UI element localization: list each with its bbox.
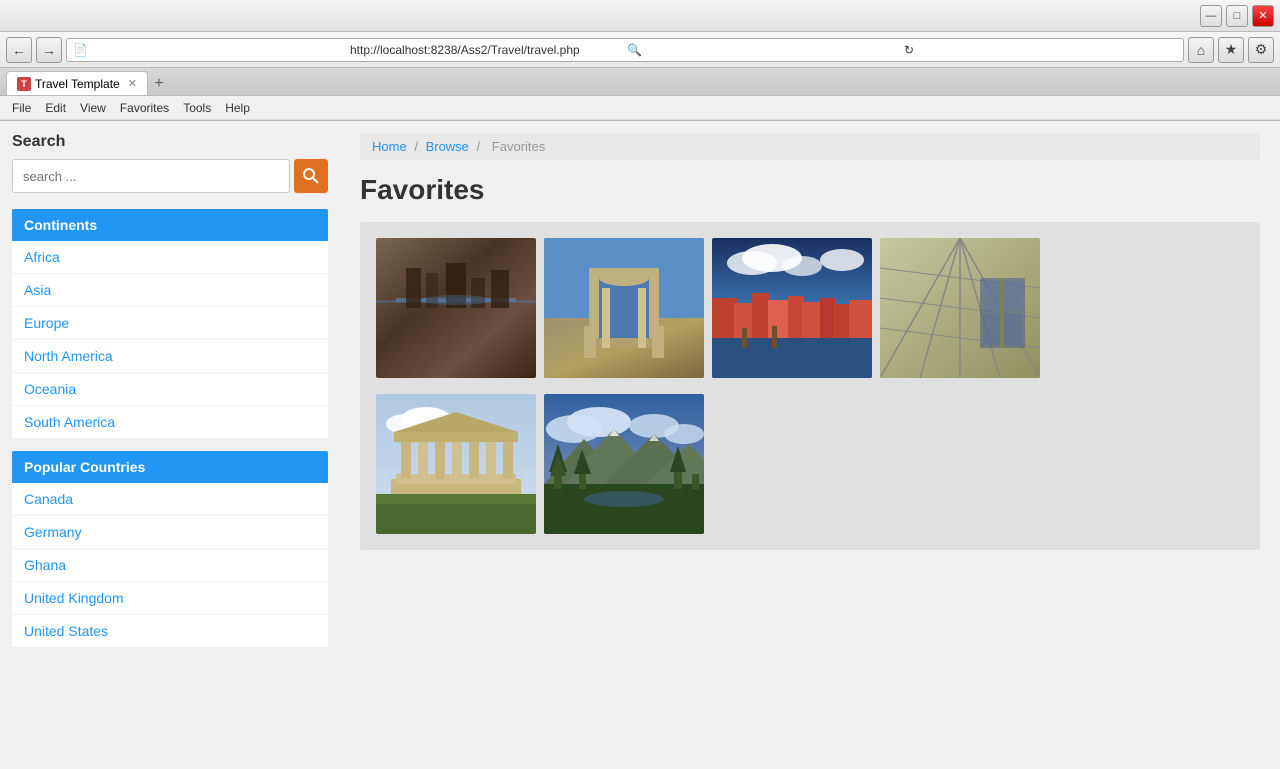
gallery-grid	[376, 238, 1244, 534]
continents-section: Continents Africa Asia Europe North Amer…	[12, 209, 328, 439]
page-layout: Search Continents Africa Asia Europe Nor…	[0, 121, 1280, 769]
new-tab-button[interactable]: +	[148, 73, 170, 95]
gallery-image-3[interactable]	[712, 238, 872, 378]
bookmarks-star-button[interactable]: ★	[1218, 37, 1244, 63]
menu-view[interactable]: View	[74, 99, 112, 117]
photo-3-svg	[712, 238, 872, 378]
home-button[interactable]: ⌂	[1188, 37, 1214, 63]
menu-file[interactable]: File	[6, 99, 37, 117]
continent-north-america[interactable]: North America	[12, 340, 328, 373]
search-section: Search	[12, 133, 328, 193]
sidebar: Search Continents Africa Asia Europe Nor…	[0, 121, 340, 769]
photo-4-svg	[880, 238, 1040, 378]
continents-header: Continents	[12, 209, 328, 241]
country-germany[interactable]: Germany	[12, 516, 328, 549]
tab-close-button[interactable]: ✕	[128, 77, 137, 90]
title-bar: — □ ✕	[0, 0, 1280, 32]
gallery-image-6[interactable]	[544, 394, 704, 534]
search-icon	[303, 168, 319, 184]
search-title: Search	[12, 133, 328, 151]
country-united-states[interactable]: United States	[12, 615, 328, 648]
menu-favorites[interactable]: Favorites	[114, 99, 175, 117]
photo-6-svg	[544, 394, 704, 534]
close-button[interactable]: ✕	[1252, 5, 1274, 27]
minimize-button[interactable]: —	[1200, 5, 1222, 27]
countries-list: Canada Germany Ghana United Kingdom Unit…	[12, 483, 328, 648]
gallery-row-1	[376, 238, 1040, 378]
breadcrumb-current: Favorites	[492, 139, 545, 154]
continent-south-america[interactable]: South America	[12, 406, 328, 439]
refresh-icon: ↻	[904, 43, 1177, 57]
search-address-icon: 🔍	[627, 43, 900, 57]
menu-bar: File Edit View Favorites Tools Help	[0, 96, 1280, 120]
maximize-button[interactable]: □	[1226, 5, 1248, 27]
url-text: http://localhost:8238/Ass2/Travel/travel…	[350, 43, 623, 57]
address-icon: 📄	[73, 43, 346, 57]
continent-europe[interactable]: Europe	[12, 307, 328, 340]
nav-bar: ← → 📄 http://localhost:8238/Ass2/Travel/…	[0, 32, 1280, 68]
gallery-container	[360, 222, 1260, 550]
country-canada[interactable]: Canada	[12, 483, 328, 516]
photo-1-svg	[376, 238, 536, 378]
title-bar-right: — □ ✕	[1200, 5, 1274, 27]
continent-oceania[interactable]: Oceania	[12, 373, 328, 406]
main-content: Home / Browse / Favorites Favorites	[340, 121, 1280, 769]
continent-asia[interactable]: Asia	[12, 274, 328, 307]
photo-5-svg	[376, 394, 536, 534]
countries-header: Popular Countries	[12, 451, 328, 483]
tab-bar: T Travel Template ✕ +	[0, 68, 1280, 96]
gallery-image-1[interactable]	[376, 238, 536, 378]
breadcrumb-sep1: /	[414, 139, 418, 154]
active-tab[interactable]: T Travel Template ✕	[6, 71, 148, 95]
continents-list: Africa Asia Europe North America Oceania…	[12, 241, 328, 439]
back-button[interactable]: ←	[6, 37, 32, 63]
tab-favicon: T	[17, 77, 31, 91]
photo-2-svg	[544, 238, 704, 378]
gallery-image-4[interactable]	[880, 238, 1040, 378]
address-bar[interactable]: 📄 http://localhost:8238/Ass2/Travel/trav…	[66, 38, 1184, 62]
breadcrumb-home[interactable]: Home	[372, 139, 407, 154]
menu-tools[interactable]: Tools	[177, 99, 217, 117]
country-ghana[interactable]: Ghana	[12, 549, 328, 582]
breadcrumb-sep2: /	[477, 139, 481, 154]
search-row	[12, 159, 328, 193]
breadcrumb: Home / Browse / Favorites	[360, 133, 1260, 160]
breadcrumb-browse[interactable]: Browse	[426, 139, 469, 154]
gallery-image-5[interactable]	[376, 394, 536, 534]
forward-button[interactable]: →	[36, 37, 62, 63]
country-united-kingdom[interactable]: United Kingdom	[12, 582, 328, 615]
countries-section: Popular Countries Canada Germany Ghana U…	[12, 451, 328, 648]
browser-chrome: — □ ✕ ← → 📄 http://localhost:8238/Ass2/T…	[0, 0, 1280, 121]
search-button[interactable]	[294, 159, 328, 193]
menu-help[interactable]: Help	[219, 99, 256, 117]
menu-edit[interactable]: Edit	[39, 99, 72, 117]
gallery-image-2[interactable]	[544, 238, 704, 378]
page-title: Favorites	[360, 174, 1260, 206]
search-input[interactable]	[12, 159, 290, 193]
tab-title: Travel Template	[35, 77, 120, 91]
gallery-row-2	[376, 394, 704, 534]
continent-africa[interactable]: Africa	[12, 241, 328, 274]
settings-button[interactable]: ⚙	[1248, 37, 1274, 63]
